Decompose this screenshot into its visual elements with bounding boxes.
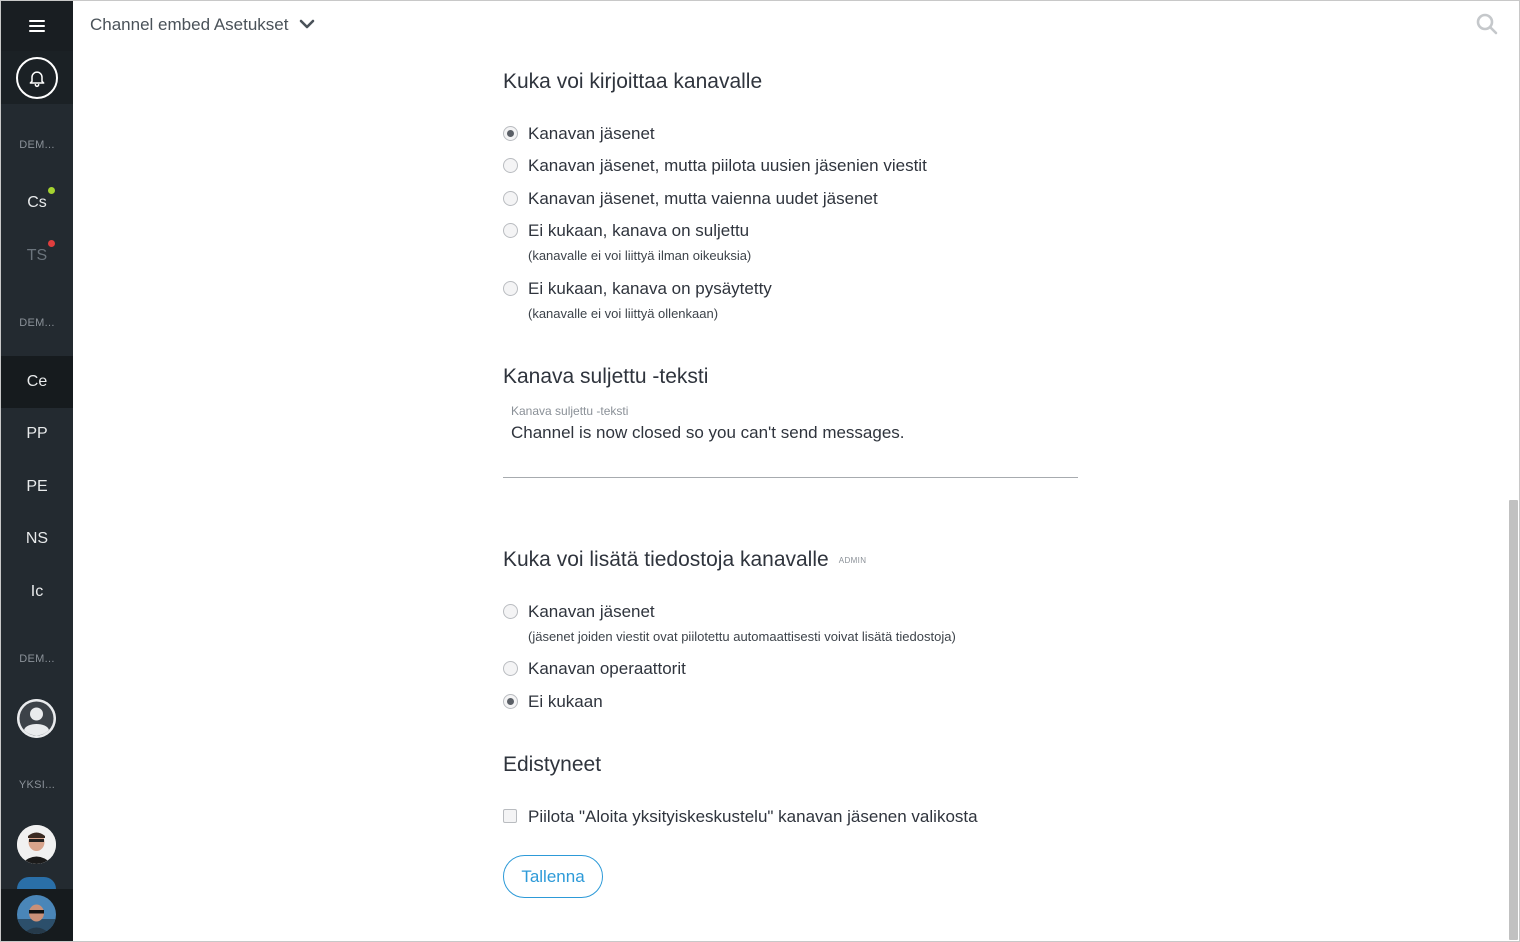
option-label: Kanavan jäsenet, mutta vaienna uudet jäs… [528,189,878,208]
sidebar-item-ns[interactable]: NS [1,513,73,565]
current-user-area [1,889,73,941]
user-avatar-1[interactable] [17,825,56,864]
sidebar-item-label: Ic [30,583,44,600]
sidebar-item-label: NS [25,530,49,547]
current-user-avatar[interactable] [17,895,56,934]
option-label: Kanavan operaattorit [528,659,686,678]
status-online-dot [48,187,55,194]
user-avatar-2-partial[interactable] [17,877,56,889]
sidebar-item-label: PP [26,425,48,442]
closed-text-title: Kanava suljettu -teksti [503,365,709,388]
option-label: Ei kukaan [528,692,603,711]
sidebar-item-ts[interactable]: TS [1,230,73,282]
option-label: Piilota "Aloita yksityiskeskustelu" kana… [528,807,978,826]
hamburger-icon [29,20,45,32]
scrollbar-thumb[interactable] [1509,500,1518,940]
write-option-mute-new[interactable]: Kanavan jäsenet, mutta vaienna uudet jäs… [503,189,878,208]
admin-badge: ADMIN [838,555,867,565]
sidebar-item-pe[interactable]: PE [1,461,73,513]
hide-dm-option[interactable]: Piilota "Aloita yksityiskeskustelu" kana… [503,807,978,826]
user-icon [17,699,56,738]
status-busy-dot [48,240,55,247]
radio-button[interactable] [503,223,518,238]
sidebar-item-ic[interactable]: Ic [1,566,73,618]
write-option-closed[interactable]: Ei kukaan, kanava on suljettu [503,221,749,240]
sidebar: DEM... Cs TS DEM... Ce PP PE NS Ic DEM..… [1,1,73,941]
closed-text-input[interactable] [511,423,1077,443]
checkbox[interactable] [503,809,517,823]
radio-button[interactable] [503,604,518,619]
write-option-paused[interactable]: Ei kukaan, kanava on pysäytetty [503,279,772,298]
sidebar-item-label: PE [26,478,48,495]
file-permission-title-text: Kuka voi lisätä tiedostoja kanavalle [503,548,829,571]
sidebar-section-3: DEM... [19,653,55,665]
chevron-down-icon[interactable] [299,18,315,30]
radio-button[interactable] [503,694,518,709]
advanced-title: Edistyneet [503,753,602,776]
radio-button[interactable] [503,661,518,676]
option-label: Ei kukaan, kanava on pysäytetty [528,279,772,298]
sidebar-item-label: TS [26,247,48,264]
notifications-button[interactable] [16,56,58,99]
person-photo-icon [17,825,56,864]
files-option-members[interactable]: Kanavan jäsenet [503,602,655,621]
header: Channel embed Asetukset [73,1,1519,49]
radio-button[interactable] [503,191,518,206]
option-hint: (kanavalle ei voi liittyä ollenkaan) [528,306,719,321]
sidebar-item-ce[interactable]: Ce [1,356,73,408]
sidebar-section-4: YKSI... [18,779,56,791]
option-hint: (kanavalle ei voi liittyä ilman oikeuksi… [528,248,752,263]
page-title: Channel embed Asetukset [90,15,289,34]
sidebar-item-label: Ce [26,373,48,390]
radio-button[interactable] [503,281,518,296]
search-icon[interactable] [1475,12,1499,36]
bell-icon [29,70,45,87]
write-permission-title: Kuka voi kirjoittaa kanavalle [503,70,763,93]
option-label: Kanavan jäsenet, mutta piilota uusien jä… [528,156,927,175]
default-avatar[interactable] [17,699,56,738]
write-option-hide-new[interactable]: Kanavan jäsenet, mutta piilota uusien jä… [503,156,927,175]
sidebar-section-1: DEM... [19,139,55,151]
radio-button[interactable] [503,158,518,173]
input-underline [503,477,1078,478]
option-label: Ei kukaan, kanava on suljettu [528,221,750,240]
files-option-nobody[interactable]: Ei kukaan [503,692,603,711]
notifications-area [1,51,73,104]
sidebar-item-cs[interactable]: Cs [1,177,73,229]
file-permission-title: Kuka voi lisätä tiedostoja kanavalle ADMI… [503,548,866,572]
files-option-operators[interactable]: Kanavan operaattorit [503,659,686,678]
save-button[interactable]: Tallenna [503,855,603,898]
person-photo-icon [17,895,56,934]
sidebar-section-2: DEM... [19,317,55,329]
app-frame [0,0,1520,942]
write-option-members[interactable]: Kanavan jäsenet [503,124,655,143]
option-hint: (jäsenet joiden viestit ovat piilotettu … [528,629,956,644]
sidebar-item-label: Cs [27,194,47,211]
option-label: Kanavan jäsenet [528,602,655,621]
menu-button[interactable] [1,1,73,51]
closed-text-field-label: Kanava suljettu -teksti [511,404,629,418]
radio-button[interactable] [503,126,518,141]
option-label: Kanavan jäsenet [528,124,655,143]
sidebar-item-pp[interactable]: PP [1,408,73,460]
